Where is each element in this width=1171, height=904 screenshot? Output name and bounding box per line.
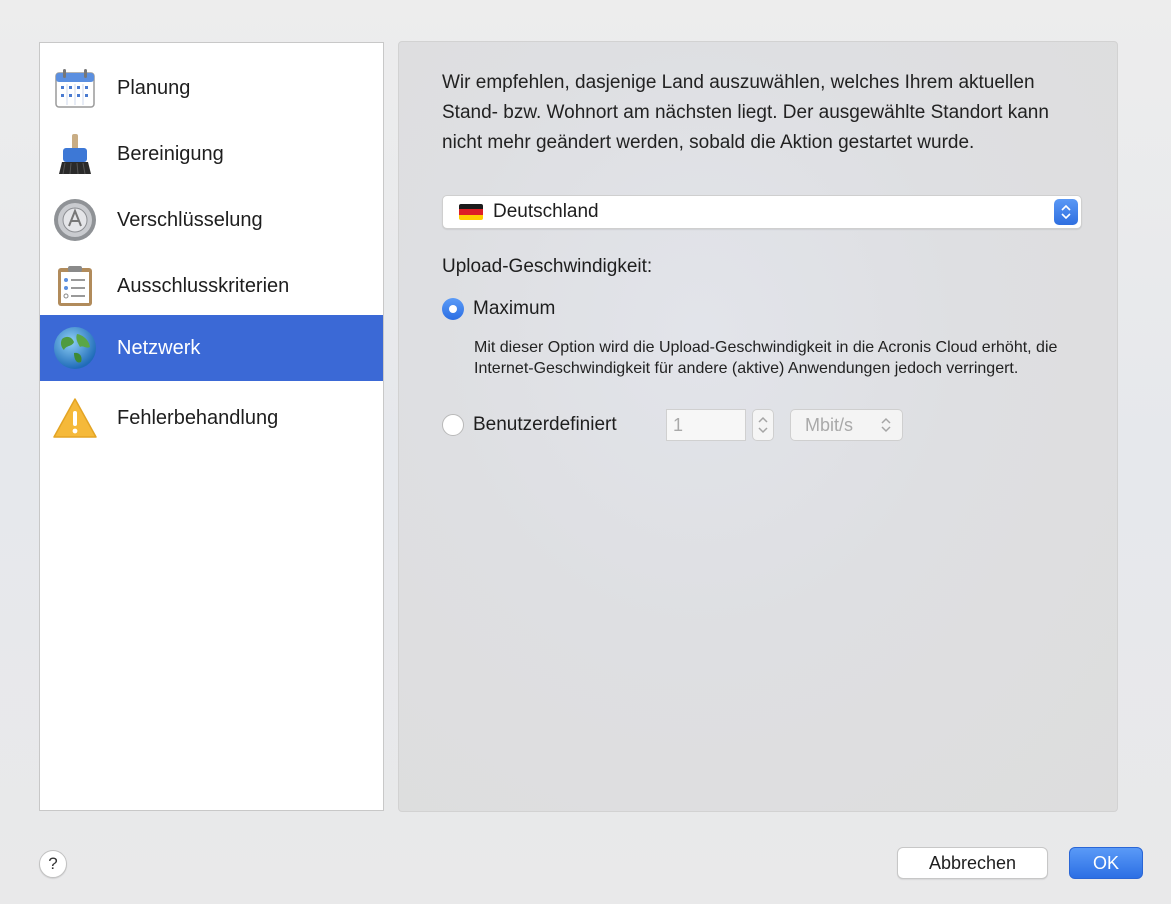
radio-maximum-label: Maximum [473, 298, 556, 319]
upload-speed-label: Upload-Geschwindigkeit: [442, 256, 653, 277]
sidebar-item-ausschlusskriterien[interactable]: Ausschlusskriterien [40, 253, 383, 319]
sidebar-item-label: Verschlüsselung [117, 208, 263, 231]
country-value: Deutschland [493, 201, 599, 222]
sidebar-item-label: Fehlerbehandlung [117, 406, 279, 429]
germany-flag-icon [459, 204, 483, 220]
warning-icon [51, 394, 99, 442]
help-button[interactable]: ? [39, 850, 67, 878]
country-select[interactable]: Deutschland [442, 195, 1082, 229]
globe-icon [51, 324, 99, 372]
ok-button[interactable]: OK [1069, 847, 1143, 879]
custom-speed-input[interactable]: 1 [666, 409, 746, 441]
custom-speed-stepper[interactable] [752, 409, 774, 441]
speed-unit-select[interactable]: Mbit/s [790, 409, 903, 441]
intro-text: Wir empfehlen, dasjenige Land auszuwähle… [442, 72, 1049, 153]
sidebar-item-label: Bereinigung [117, 142, 224, 165]
lock-dial-icon [51, 196, 99, 244]
calendar-icon [51, 64, 99, 112]
clipboard-list-icon [51, 262, 99, 310]
radio-maximum-row[interactable]: Maximum [442, 298, 555, 320]
select-chevron-icon [1054, 199, 1078, 225]
sidebar-item-verschluesselung[interactable]: Verschlüsselung [40, 187, 383, 253]
preferences-window: Planung Bereinigung Verschlüsselung Auss… [0, 0, 1171, 904]
chevron-updown-icon [880, 416, 892, 434]
radio-custom-row[interactable]: Benutzerdefiniert [442, 414, 617, 436]
radio-custom[interactable] [442, 414, 464, 436]
sidebar-item-netzwerk[interactable]: Netzwerk [40, 315, 383, 381]
speed-unit-value: Mbit/s [805, 414, 854, 435]
sidebar-item-planung[interactable]: Planung [40, 55, 383, 121]
sidebar-item-label: Netzwerk [117, 336, 201, 359]
sidebar-item-bereinigung[interactable]: Bereinigung [40, 121, 383, 187]
maximum-description: Mit dieser Option wird die Upload-Geschw… [474, 339, 1058, 377]
cancel-button[interactable]: Abbrechen [897, 847, 1048, 879]
stepper-arrows-icon [758, 416, 768, 434]
sidebar: Planung Bereinigung Verschlüsselung Auss… [39, 42, 384, 811]
sidebar-item-fehlerbehandlung[interactable]: Fehlerbehandlung [40, 385, 383, 451]
radio-maximum[interactable] [442, 298, 464, 320]
radio-custom-label: Benutzerdefiniert [473, 414, 617, 435]
broom-icon [51, 130, 99, 178]
sidebar-item-label: Ausschlusskriterien [117, 274, 290, 297]
sidebar-item-label: Planung [117, 76, 191, 99]
network-settings-panel: Wir empfehlen, dasjenige Land auszuwähle… [398, 41, 1118, 812]
